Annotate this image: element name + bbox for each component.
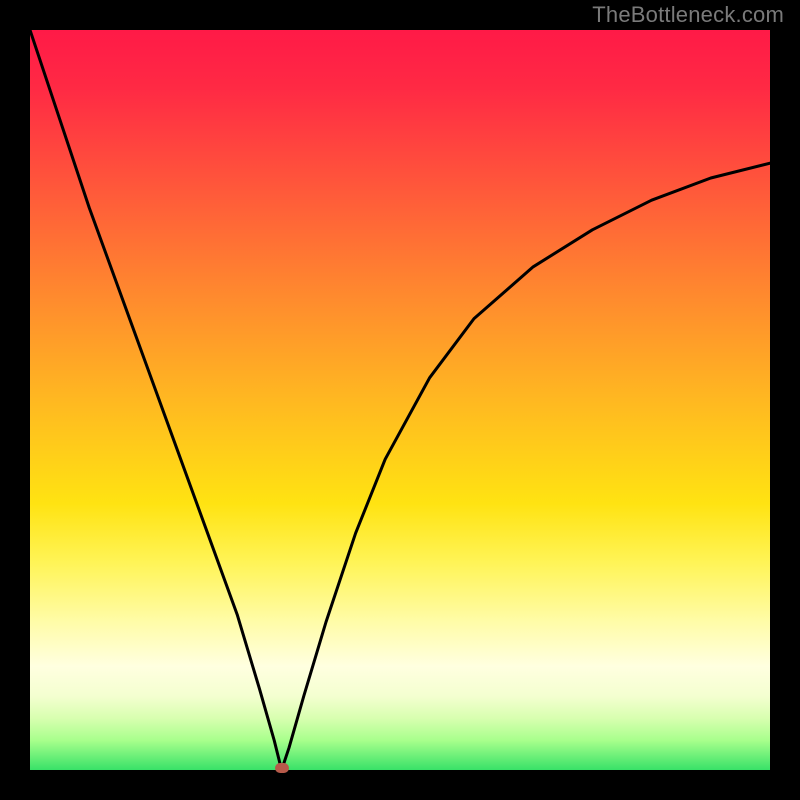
bottleneck-curve bbox=[30, 30, 770, 770]
curve-svg bbox=[30, 30, 770, 770]
plot-area bbox=[30, 30, 770, 770]
bottleneck-marker bbox=[275, 763, 289, 773]
watermark-text: TheBottleneck.com bbox=[592, 2, 784, 28]
chart-frame: TheBottleneck.com bbox=[0, 0, 800, 800]
